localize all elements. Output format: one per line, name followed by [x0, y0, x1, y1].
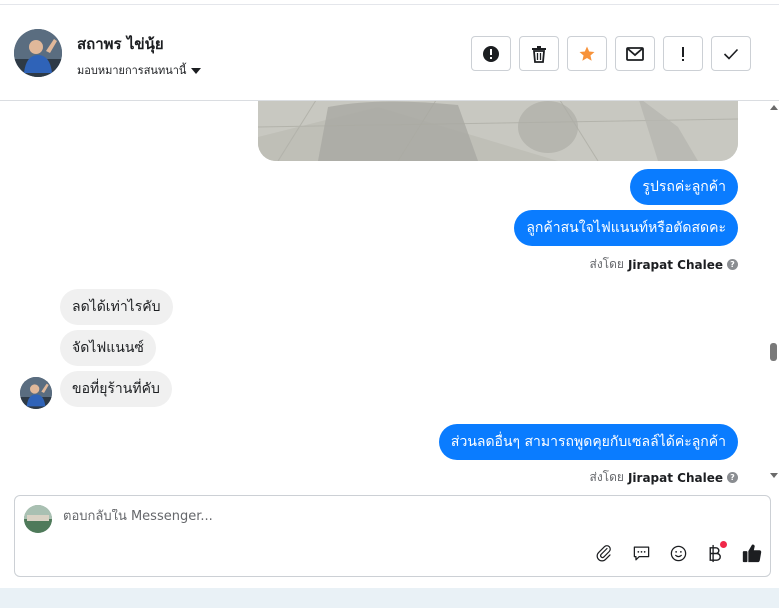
- message-bubble-outgoing[interactable]: ส่วนลดอื่นๆ สามารถพูดคุยกับเซลล์ได้ค่ะลู…: [438, 424, 738, 460]
- header-actions: [471, 36, 751, 71]
- envelope-icon: [626, 46, 644, 61]
- trash-icon: [532, 45, 546, 63]
- delete-button[interactable]: [519, 36, 559, 71]
- sent-by-prefix: ส่งโดย: [589, 257, 624, 271]
- message-bubble-incoming[interactable]: ลดได้เท่าไรคับ: [60, 289, 173, 325]
- saved-replies-button[interactable]: [630, 542, 652, 564]
- attach-button[interactable]: [593, 542, 615, 564]
- assign-label: มอบหมายการสนทนานี้: [77, 64, 187, 77]
- like-button[interactable]: [741, 542, 763, 564]
- message-bubble-outgoing[interactable]: ลูกค้าสนใจไฟแนนท์หรือตัดสดคะ: [514, 210, 738, 246]
- thread-scrollbar[interactable]: [768, 101, 779, 485]
- sender-avatar[interactable]: [20, 377, 52, 409]
- page-footer-strip: [0, 588, 779, 608]
- mark-unread-button[interactable]: [615, 36, 655, 71]
- scrollbar-thumb[interactable]: [770, 343, 777, 361]
- notification-dot: [720, 541, 727, 548]
- paperclip-icon: [596, 545, 611, 562]
- thumbs-up-icon: [742, 544, 762, 563]
- contact-name[interactable]: สถาพร ไข่นุ้ย: [77, 32, 164, 56]
- scroll-down-arrow-icon[interactable]: [770, 473, 778, 478]
- check-icon: [723, 48, 739, 60]
- message-bubble-incoming[interactable]: จัดไฟแนนซ์: [60, 330, 156, 366]
- alert-circle-icon: [483, 45, 499, 62]
- composer-tools: [593, 541, 763, 564]
- sent-by-label: ส่งโดย Jirapat Chalee ?: [589, 255, 738, 274]
- scroll-up-arrow-icon[interactable]: [770, 105, 778, 110]
- smiley-icon: [670, 545, 686, 561]
- message-bubble-outgoing[interactable]: รูปรถค่ะลูกค้า: [630, 169, 738, 205]
- exclamation-icon: [682, 46, 684, 61]
- message-thread[interactable]: รูปรถค่ะลูกค้า ลูกค้าสนใจไฟแนนท์หรือตัดส…: [0, 101, 768, 485]
- sender-name[interactable]: Jirapat Chalee: [628, 471, 723, 485]
- image-attachment[interactable]: [258, 101, 738, 161]
- sent-by-label: ส่งโดย Jirapat Chalee ?: [589, 468, 738, 485]
- message-bubble-incoming[interactable]: ขอที่ยุร้านที่คับ: [60, 371, 172, 407]
- conversation-panel: สถาพร ไข่นุ้ย มอบหมายการสนทนานี้ รูปรถค่…: [0, 4, 779, 588]
- star-icon: [579, 46, 595, 61]
- star-button[interactable]: [567, 36, 607, 71]
- payment-button[interactable]: [704, 541, 727, 564]
- help-icon[interactable]: ?: [727, 259, 738, 270]
- reply-input[interactable]: [63, 509, 663, 524]
- sent-by-prefix: ส่งโดย: [589, 470, 624, 484]
- done-button[interactable]: [711, 36, 751, 71]
- avatar[interactable]: [14, 29, 62, 77]
- chat-bubble-icon: [633, 546, 649, 560]
- sender-name[interactable]: Jirapat Chalee: [628, 258, 723, 272]
- emoji-button[interactable]: [667, 542, 689, 564]
- caret-down-icon: [191, 67, 202, 74]
- conversation-header: สถาพร ไข่นุ้ย มอบหมายการสนทนานี้: [0, 5, 779, 101]
- help-icon[interactable]: ?: [727, 472, 738, 483]
- assign-conversation-dropdown[interactable]: มอบหมายการสนทนานี้: [77, 61, 202, 79]
- spam-button[interactable]: [471, 36, 511, 71]
- page-avatar: [24, 505, 52, 533]
- follow-up-button[interactable]: [663, 36, 703, 71]
- reply-composer: [14, 495, 771, 577]
